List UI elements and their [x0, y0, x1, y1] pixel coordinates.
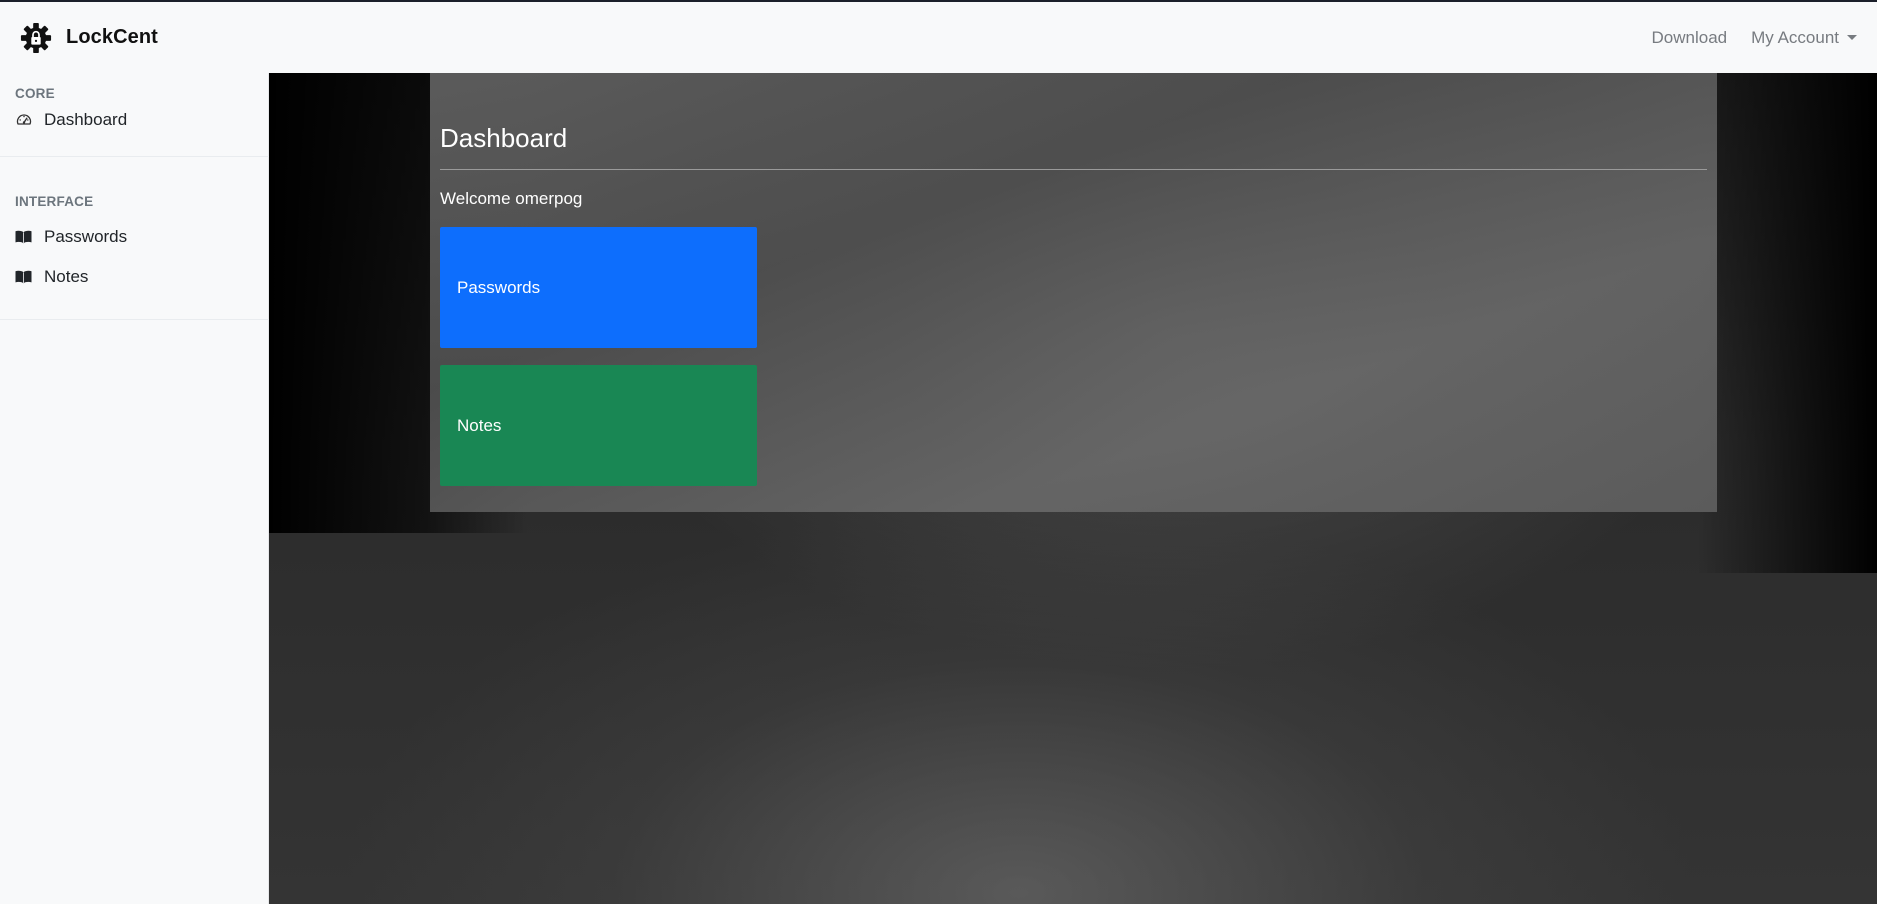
sidebar-item-dashboard[interactable]: Dashboard: [0, 103, 268, 137]
passwords-card-label: Passwords: [457, 277, 541, 297]
my-account-label: My Account: [1751, 27, 1839, 47]
my-account-dropdown[interactable]: My Account: [1751, 28, 1857, 48]
caret-down-icon: [1847, 34, 1857, 40]
sidebar-item-label: Notes: [44, 267, 89, 286]
download-link[interactable]: Download: [1652, 28, 1728, 48]
welcome-message: Welcome omerpog: [440, 189, 583, 208]
notes-card-label: Notes: [457, 415, 502, 435]
brand[interactable]: LockCent: [20, 2, 158, 73]
background-shade: [1697, 73, 1877, 573]
sidebar-divider: [0, 319, 269, 320]
passwords-card[interactable]: Passwords: [440, 227, 757, 348]
page-title: Dashboard: [440, 123, 568, 153]
sidebar: Core Dashboard Interface Passwords: [0, 73, 269, 904]
notes-card[interactable]: Notes: [440, 365, 757, 486]
sidebar-item-passwords[interactable]: Passwords: [0, 220, 268, 254]
sidebar-item-label: Dashboard: [44, 110, 128, 129]
speedometer-icon: [15, 112, 32, 129]
main-area: Dashboard Welcome omerpog Passwords Note…: [269, 73, 1877, 904]
sidebar-item-notes[interactable]: Notes: [0, 260, 268, 294]
book-icon: [15, 269, 32, 286]
brand-name: LockCent: [66, 26, 158, 48]
navbar-right: Download My Account: [1652, 28, 1857, 48]
book-icon: [15, 229, 32, 246]
sidebar-heading-core: Core: [15, 86, 55, 101]
dashboard-panel: Dashboard Welcome omerpog Passwords Note…: [430, 73, 1717, 512]
sidebar-item-label: Passwords: [44, 227, 128, 246]
gear-lock-logo-icon: [20, 20, 52, 56]
top-navbar: LockCent Download My Account: [0, 2, 1877, 73]
sidebar-heading-interface: Interface: [15, 194, 94, 209]
title-divider: [440, 169, 1707, 170]
